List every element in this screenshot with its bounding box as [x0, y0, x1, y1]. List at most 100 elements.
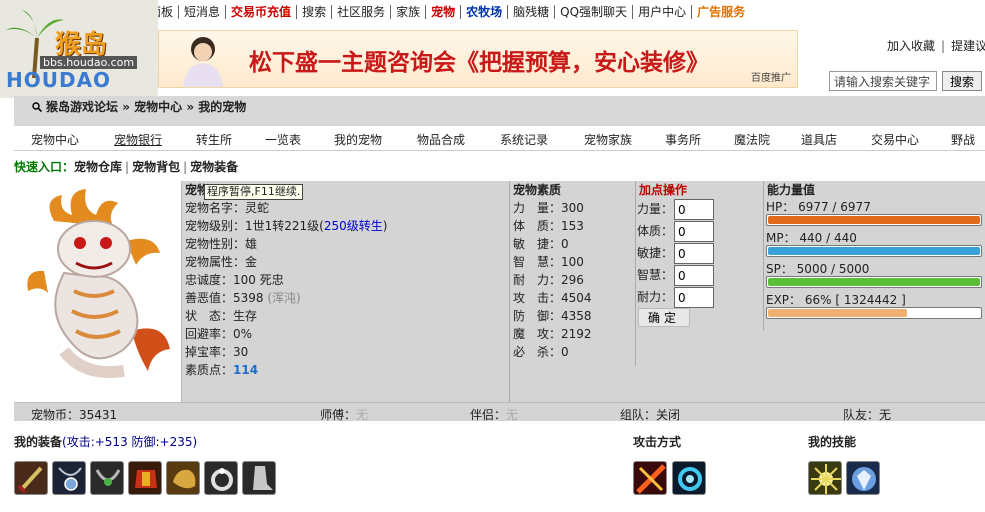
quality-row: 力 量：300: [513, 201, 584, 215]
main-nav: 宠物中心 宠物银行 转生所 一览表 我的宠物 物品合成 系统记录 宠物家族 事务…: [14, 127, 985, 151]
add-label: 耐力：: [637, 290, 674, 304]
confirm-button[interactable]: 确定: [638, 308, 690, 327]
pet-points: 素质点：114: [182, 361, 509, 379]
tab-overview[interactable]: 一览表: [265, 131, 301, 148]
constitution-input[interactable]: [674, 221, 714, 242]
snake-pet-image: [27, 189, 170, 379]
site-logo[interactable]: 猴岛 bbs.houdao.com HOUDAO: [0, 0, 158, 98]
ability-values: 能力量值 HP： 6977 / 6977 MP： 440 / 440 SP： 5…: [764, 181, 985, 326]
pause-tooltip: 程序暂停,F11继续.: [204, 184, 304, 200]
add-row-strength: 力量：: [637, 198, 714, 220]
boot-icon[interactable]: [242, 461, 276, 495]
whirlwind-icon[interactable]: [672, 461, 706, 495]
quick-link-warehouse[interactable]: 宠物仓库: [74, 160, 122, 174]
points-value: 114: [233, 363, 259, 377]
tab-pet-bank[interactable]: 宠物银行: [114, 131, 162, 148]
amulet-icon[interactable]: [52, 461, 86, 495]
top-nav-item[interactable]: 家族: [391, 5, 427, 19]
quality-row: 必 杀：0: [513, 345, 569, 359]
add-label: 敏捷：: [637, 246, 674, 260]
top-nav-item[interactable]: 短消息: [179, 5, 227, 19]
ring-icon[interactable]: [204, 461, 238, 495]
breadcrumb-item[interactable]: 猴岛游戏论坛: [46, 100, 118, 114]
top-nav-item[interactable]: 社区服务: [332, 5, 392, 19]
partner-value: 无: [506, 408, 519, 422]
rebirth-link[interactable]: 250级转生: [324, 219, 383, 233]
search-input[interactable]: [829, 71, 937, 91]
exp-label: EXP： 66% [ 1324442 ]: [766, 293, 906, 307]
endurance-input[interactable]: [674, 287, 714, 308]
equipment-title: 我的装备(攻击:+513 防御:+235): [14, 433, 197, 450]
pet-morality: 善恶值：5398 (浑沌): [182, 289, 509, 307]
mp-bar-fill: [768, 247, 980, 255]
tab-pet-family[interactable]: 宠物家族: [584, 131, 632, 148]
team: 组队：关闭: [620, 406, 680, 423]
add-label: 体质：: [637, 224, 674, 238]
tab-item-shop[interactable]: 道具店: [801, 131, 837, 148]
pet-quality: 宠物素质 力 量：300 体 质：153 敏 捷：0 智 慧：100 耐 力：2…: [510, 181, 636, 366]
suggest-link[interactable]: 提建议: [948, 39, 985, 53]
sp-label: SP： 5000 / 5000: [766, 262, 870, 276]
morality-value: 善恶值：5398: [185, 291, 268, 305]
sword-icon[interactable]: [14, 461, 48, 495]
add-row-endurance: 耐力：: [637, 286, 714, 308]
top-nav-item[interactable]: 用户中心: [633, 5, 693, 19]
tab-magic-academy[interactable]: 魔法院: [734, 131, 770, 148]
quality-row: 防 御：4358: [513, 309, 592, 323]
tab-trade-center[interactable]: 交易中心: [871, 131, 919, 148]
separator: |: [125, 160, 130, 174]
fire-slash-icon[interactable]: [633, 461, 667, 495]
tab-system-log[interactable]: 系统记录: [500, 131, 548, 148]
pet-level-text: 宠物级别：1世1转221级(: [185, 219, 324, 233]
master-label: 师傅：: [320, 408, 357, 422]
light-burst-icon[interactable]: [808, 461, 842, 495]
add-row-agility: 敏捷：: [637, 242, 714, 264]
wisdom-input[interactable]: [674, 265, 714, 286]
agility-input[interactable]: [674, 243, 714, 264]
master: 师傅：无: [320, 406, 368, 423]
pet-name: 宠物名字：灵蛇: [185, 201, 270, 215]
quick-link-backpack[interactable]: 宠物背包: [132, 160, 180, 174]
pet-drop-rate: 掉宝率：30: [185, 345, 249, 359]
top-nav-item[interactable]: QQ强制聊天: [555, 5, 634, 19]
morality-note: (浑沌): [267, 291, 301, 305]
master-value: 无: [356, 408, 369, 422]
top-nav: 退出控制面板短消息交易币充值搜索社区服务家族宠物农牧场脑残糖QQ强制聊天用户中心…: [85, 5, 750, 19]
search-button[interactable]: 搜索: [942, 71, 982, 91]
breadcrumb: 猴岛游戏论坛 » 宠物中心 » 我的宠物: [32, 98, 246, 115]
necklace-icon[interactable]: [90, 461, 124, 495]
pet-portrait: [14, 181, 182, 402]
partner-label: 伴侣：: [470, 408, 507, 422]
tab-item-synthesis[interactable]: 物品合成: [417, 131, 465, 148]
gauntlet-icon[interactable]: [166, 461, 200, 495]
exp-bar: [766, 307, 982, 319]
breadcrumb-item[interactable]: 我的宠物: [198, 100, 246, 114]
tab-office[interactable]: 事务所: [665, 131, 701, 148]
tab-pet-center[interactable]: 宠物中心: [31, 131, 79, 148]
separator: |: [941, 39, 946, 53]
add-favorite-link[interactable]: 加入收藏: [884, 39, 938, 53]
top-nav-item[interactable]: 脑残糖: [508, 5, 556, 19]
breadcrumb-item[interactable]: 宠物中心: [134, 100, 182, 114]
tab-rebirth[interactable]: 转生所: [196, 131, 232, 148]
top-nav-item[interactable]: 搜索: [297, 5, 333, 19]
ad-banner[interactable]: 松下盛一主题咨询会《把握预算，安心装修》 百度推广: [158, 30, 798, 88]
armor-icon[interactable]: [128, 461, 162, 495]
teammate: 队友：无: [843, 406, 891, 423]
top-nav-item[interactable]: 交易币充值: [226, 5, 298, 19]
tab-field-battle[interactable]: 野战: [951, 131, 975, 148]
top-nav-item[interactable]: 农牧场: [461, 5, 509, 19]
baidu-promo-badge: 百度推广: [751, 73, 791, 84]
shield-skill-icon[interactable]: [846, 461, 880, 495]
add-row-constitution: 体质：: [637, 220, 714, 242]
top-nav-item[interactable]: 宠物: [426, 5, 462, 19]
sp-bar: [766, 276, 982, 288]
top-nav-item[interactable]: 广告服务: [692, 5, 750, 19]
strength-input[interactable]: [674, 199, 714, 220]
quick-link-equipment[interactable]: 宠物装备: [190, 160, 238, 174]
quality-row: 攻 击：4504: [513, 291, 592, 305]
exp-bar-fill: [768, 309, 908, 317]
equipment-bonus: (攻击:+513 防御:+235): [62, 435, 198, 449]
tab-my-pet[interactable]: 我的宠物: [334, 131, 382, 148]
person-image: [183, 37, 223, 87]
